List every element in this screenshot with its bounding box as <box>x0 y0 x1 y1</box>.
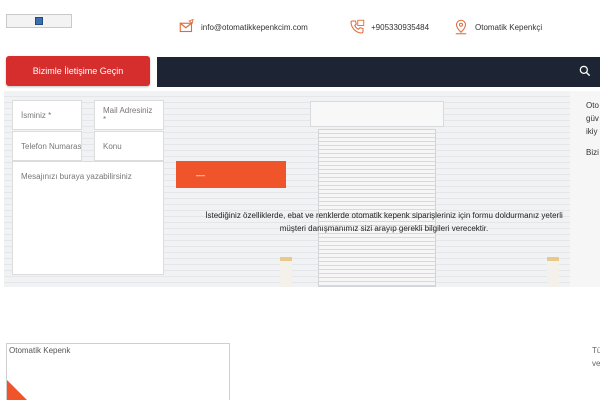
product-card[interactable]: Otomatik Kepenk <box>6 343 230 400</box>
header-location[interactable]: Otomatik Kepenkçi <box>452 18 542 36</box>
side-text-line: ikiy <box>586 127 598 136</box>
header-phone-text: +905330935484 <box>371 22 430 32</box>
search-icon[interactable] <box>578 64 592 78</box>
map-pin-icon <box>455 19 467 35</box>
phone-input[interactable]: Telefon Numarası <box>12 131 82 161</box>
tail-text-line: ve <box>592 359 600 368</box>
side-text-line: Bizi <box>586 148 599 157</box>
tail-text-line: Tü <box>592 346 600 355</box>
main-navbar <box>157 57 600 87</box>
shutter-door-image <box>310 101 444 287</box>
envelope-icon <box>179 18 194 33</box>
logo-image-icon <box>35 17 43 25</box>
site-logo[interactable] <box>6 14 72 28</box>
email-input[interactable]: Mail Adresiniz * <box>94 100 164 130</box>
form-info-text: İstediğiniz özelliklerde, ebat ve renkle… <box>205 211 563 233</box>
bollard-right <box>547 257 559 287</box>
bollard-left <box>280 257 292 287</box>
name-input[interactable]: İsminiz * <box>12 100 82 130</box>
message-textarea[interactable]: Mesajınızı buraya yazabilirsiniz <box>12 161 164 275</box>
contact-us-button[interactable]: Bizimle İletişime Geçin <box>6 56 150 86</box>
submit-button[interactable]: — <box>176 161 286 188</box>
header-location-text: Otomatik Kepenkçi <box>475 22 543 32</box>
side-text-line: Oto <box>586 101 599 110</box>
side-text-line: güv <box>586 114 599 123</box>
phone-icon <box>350 19 365 34</box>
product-card-title: Otomatik Kepenk <box>9 346 71 355</box>
subject-input[interactable]: Konu <box>94 131 164 161</box>
header-phone[interactable]: +905330935484 <box>348 18 429 36</box>
header-email[interactable]: info@otomatikkepenkcim.com <box>178 18 308 36</box>
header-email-text: info@otomatikkepenkcim.com <box>201 22 308 32</box>
card-corner-decoration <box>7 380 29 400</box>
